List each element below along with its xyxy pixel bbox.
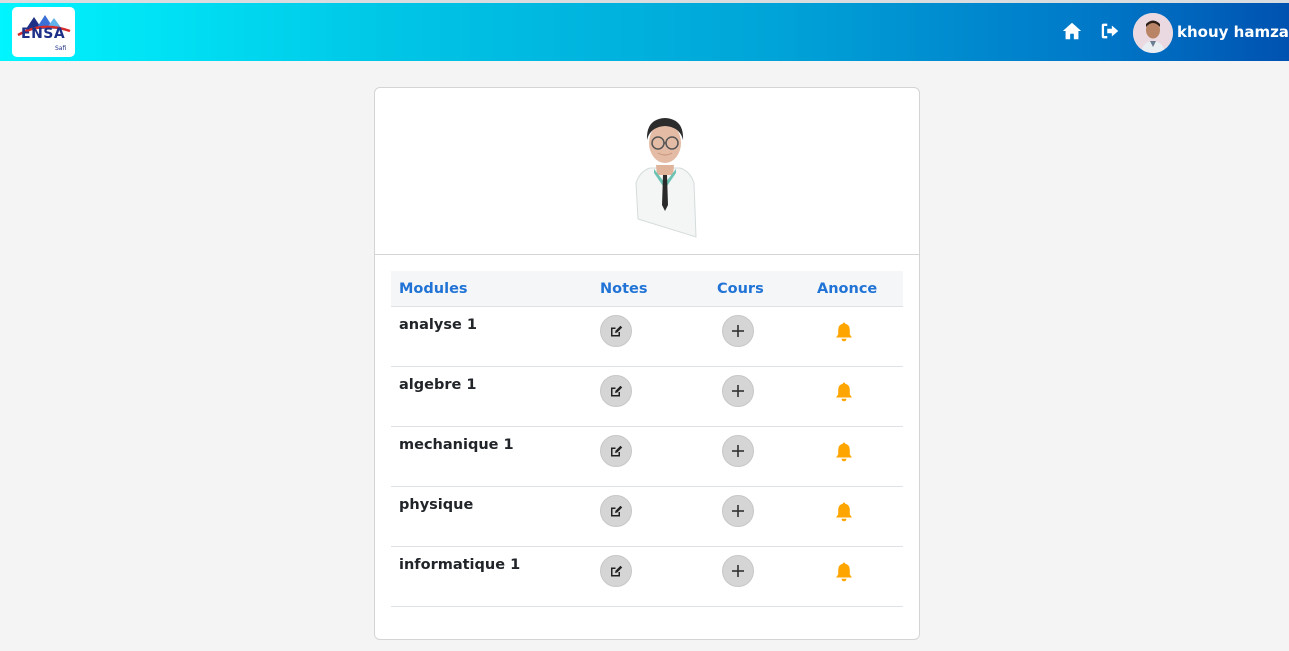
top-navbar: ENSA Safi khouy hamzae [0,0,1289,61]
add-course-button[interactable] [722,495,754,527]
table-row: physique [391,487,903,547]
module-name: mechanique 1 [399,437,514,453]
edit-icon [611,565,623,577]
table-row: algebre 1 [391,367,903,427]
header-cours: Cours [717,281,764,297]
header-anonce: Anonce [817,281,878,297]
user-name[interactable]: khouy hamzae [1177,23,1289,41]
user-photo-icon [1133,13,1173,53]
modules-card: Modules Notes Cours Anonce analyse 1 alg… [374,87,920,640]
edit-icon [611,445,623,457]
ensa-logo[interactable]: ENSA Safi [12,7,75,57]
add-course-button[interactable] [722,435,754,467]
edit-notes-button[interactable] [600,435,632,467]
add-course-button[interactable] [722,375,754,407]
table-row: mechanique 1 [391,427,903,487]
plus-icon [732,385,744,397]
card-image-area [375,88,919,255]
bell-icon[interactable] [834,441,854,463]
edit-icon [611,385,623,397]
edit-notes-button[interactable] [600,315,632,347]
plus-icon [732,505,744,517]
table-header: Modules Notes Cours Anonce [391,271,903,307]
add-course-button[interactable] [722,315,754,347]
module-name: physique [399,497,474,513]
edit-icon [611,505,623,517]
plus-icon [732,565,744,577]
header-modules: Modules [399,281,468,297]
edit-notes-button[interactable] [600,495,632,527]
edit-notes-button[interactable] [600,555,632,587]
module-name: algebre 1 [399,377,477,393]
edit-icon [611,325,623,337]
doctor-illustration-icon [635,118,697,238]
user-avatar[interactable] [1133,13,1173,53]
bell-icon[interactable] [834,321,854,343]
bell-icon[interactable] [834,561,854,583]
module-name: informatique 1 [399,557,521,573]
plus-icon [732,325,744,337]
logo-text: ENSA [21,26,66,42]
bell-icon[interactable] [834,381,854,403]
table-row: informatique 1 [391,547,903,607]
plus-icon [732,445,744,457]
home-icon[interactable] [1061,20,1083,42]
logo-subtext: Safi [55,45,67,52]
edit-notes-button[interactable] [600,375,632,407]
add-course-button[interactable] [722,555,754,587]
logout-icon[interactable] [1099,20,1121,42]
module-name: analyse 1 [399,317,477,333]
table-row: analyse 1 [391,307,903,367]
bell-icon[interactable] [834,501,854,523]
modules-table: Modules Notes Cours Anonce analyse 1 alg… [391,271,903,607]
header-notes: Notes [600,281,648,297]
